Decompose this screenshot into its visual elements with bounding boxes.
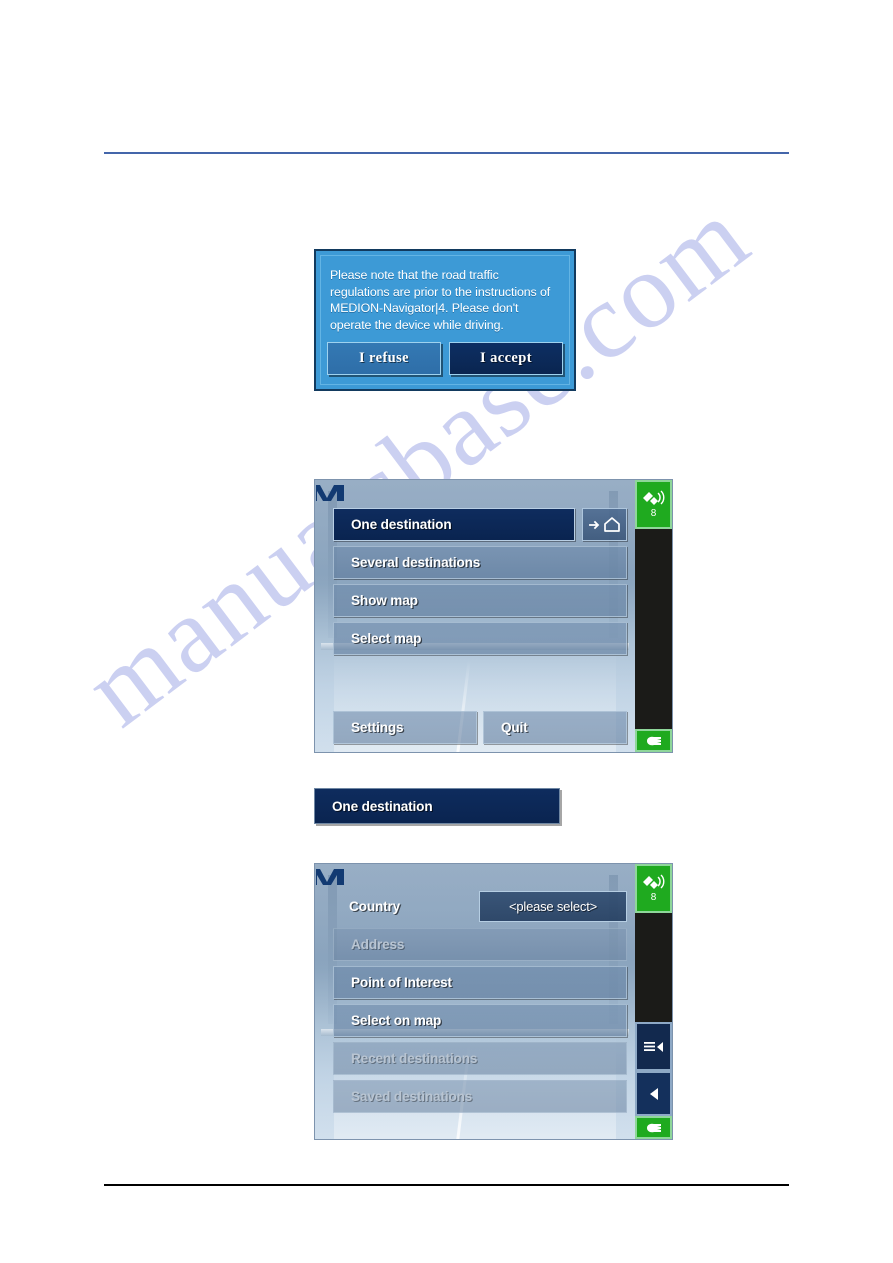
dialog-inner-frame: Please note that the road traffic regula… (320, 255, 570, 385)
main-menu-list: One destination (333, 508, 575, 546)
power-button[interactable] (635, 729, 672, 752)
main-menu-canvas: One destination Several destinations Sho… (315, 480, 635, 752)
quit-button[interactable]: Quit (483, 711, 627, 744)
menu-list-button[interactable] (635, 1022, 672, 1071)
power-button[interactable] (635, 1116, 672, 1139)
menu-list-icon (643, 1041, 663, 1052)
menu-item-several-destinations[interactable]: Several destinations (333, 546, 627, 579)
sidebar-filler (635, 913, 672, 1022)
gps-status-button[interactable]: 8 (635, 480, 672, 529)
country-select-button[interactable]: <please select> (479, 890, 627, 922)
go-home-button[interactable] (582, 508, 627, 541)
gps-satellite-count: 8 (650, 892, 657, 903)
disclaimer-message: Please note that the road traffic regula… (330, 268, 551, 332)
menu-item-address[interactable]: Address (333, 928, 627, 961)
menu-item-saved-destinations[interactable]: Saved destinations (333, 1080, 627, 1113)
gps-satellite-count: 8 (650, 508, 657, 519)
back-arrow-icon (649, 1087, 658, 1100)
destination-menu-sidebar: 8 (635, 864, 672, 1139)
arrow-right-icon (588, 520, 599, 529)
settings-button[interactable]: Settings (333, 711, 477, 744)
destination-menu-screen: Country <please select> Address Point of… (314, 863, 673, 1140)
destination-menu-list: Address Point of Interest Select on map … (333, 928, 627, 1118)
country-row: Country <please select> (333, 890, 627, 922)
gps-satellite-icon (642, 874, 664, 889)
header-rule (104, 152, 789, 154)
house-icon (603, 517, 620, 532)
gps-satellite-icon (642, 490, 664, 505)
medion-m-logo (316, 485, 344, 501)
i-refuse-button[interactable]: I refuse (327, 342, 441, 375)
gps-status-button[interactable]: 8 (635, 864, 672, 913)
power-hand-icon (646, 736, 661, 745)
menu-item-one-destination[interactable]: One destination (333, 508, 575, 541)
menu-item-point-of-interest[interactable]: Point of Interest (333, 966, 627, 999)
one-destination-button-callout[interactable]: One destination (314, 788, 560, 824)
disclaimer-dialog: Please note that the road traffic regula… (314, 249, 576, 391)
main-menu-screen: One destination Several destinations Sho… (314, 479, 673, 753)
i-accept-button[interactable]: I accept (449, 342, 563, 375)
menu-item-select-on-map[interactable]: Select on map (333, 1004, 627, 1037)
medion-m-logo (316, 869, 344, 885)
menu-item-show-map[interactable]: Show map (333, 584, 627, 617)
back-button[interactable] (635, 1071, 672, 1116)
main-menu-sidebar: 8 (635, 480, 672, 752)
dialog-button-row: I refuse I accept (327, 342, 563, 375)
sidebar-filler (635, 529, 672, 729)
main-menu-bottom-row: Settings Quit (333, 711, 627, 744)
destination-menu-canvas: Country <please select> Address Point of… (315, 864, 635, 1139)
footer-rule (104, 1184, 789, 1186)
menu-item-select-map[interactable]: Select map (333, 622, 627, 655)
country-label: Country (349, 898, 401, 914)
power-hand-icon (646, 1123, 661, 1132)
menu-item-recent-destinations[interactable]: Recent destinations (333, 1042, 627, 1075)
main-menu-list-rest: Several destinations Show map Select map (333, 546, 627, 660)
